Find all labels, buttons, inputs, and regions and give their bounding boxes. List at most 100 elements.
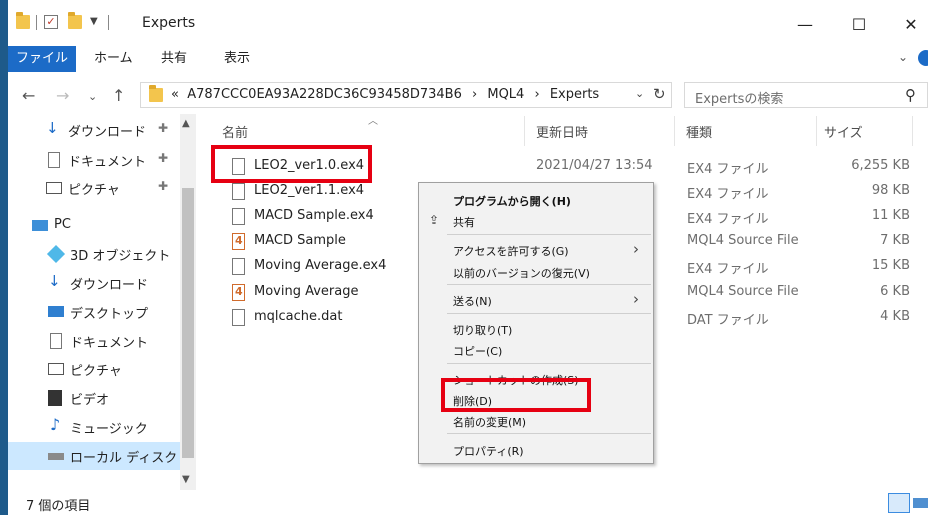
scrollbar-thumb[interactable] (182, 188, 194, 458)
tab-view[interactable]: 表示 (224, 46, 250, 72)
sidebar-item-label: PC (54, 217, 71, 232)
sidebar-item-music[interactable]: ♪ ミュージック (8, 413, 180, 441)
close-button[interactable]: ✕ (888, 10, 928, 40)
pictures-icon (46, 182, 62, 194)
sidebar-item-label: 3D オブジェクト (70, 249, 171, 264)
scroll-down-icon[interactable]: ▼ (182, 474, 190, 485)
breadcrumb[interactable]: « A787CCC0EA93A228DC36C93458D734B6 › MQL… (171, 87, 599, 102)
menu-item-share[interactable]: ⇪ 共有 (419, 210, 653, 232)
column-divider[interactable] (816, 116, 817, 146)
sidebar-item-label: ビデオ (70, 393, 110, 408)
pin-icon[interactable]: ✚ (158, 179, 168, 193)
menu-separator (447, 234, 651, 235)
breadcrumb-item[interactable]: MQL4 (487, 87, 524, 102)
share-icon: ⇪ (429, 213, 440, 227)
sidebar-item-quick-downloads[interactable]: ↓ ダウンロード ✚ (8, 116, 180, 144)
file-name: MACD Sample.ex4 (254, 208, 374, 223)
search-box[interactable]: Expertsの検索 ⚲ (684, 82, 928, 108)
menu-item-label: プログラムから開く(H) (453, 195, 571, 208)
properties-check-icon[interactable]: ✓ (44, 15, 58, 29)
file-size: 6,255 KB (851, 158, 910, 173)
sidebar-item-3d-objects[interactable]: 3D オブジェクト (8, 240, 180, 268)
file-size: 4 KB (880, 309, 910, 324)
divider (36, 15, 37, 30)
breadcrumb-overflow[interactable]: « (171, 87, 179, 102)
column-divider[interactable] (524, 116, 525, 146)
sidebar-item-downloads[interactable]: ↓ ダウンロード (8, 269, 180, 297)
file-size: 11 KB (871, 208, 910, 223)
menu-item-label: 共有 (453, 216, 475, 229)
folder-icon (149, 85, 163, 102)
file-name: LEO2_ver1.1.ex4 (254, 183, 365, 198)
sidebar-item-desktop[interactable]: デスクトップ (8, 298, 180, 326)
recent-locations-icon[interactable]: ⌄ (88, 90, 97, 103)
file-icon (232, 208, 245, 225)
details-view-icon[interactable] (888, 493, 910, 513)
pin-icon[interactable]: ✚ (158, 121, 168, 135)
menu-item-label: 以前のバージョンの復元(V) (453, 267, 590, 280)
download-icon: ↓ (46, 119, 59, 137)
up-arrow-icon[interactable]: ↑ (112, 86, 125, 105)
breadcrumb-item[interactable]: A787CCC0EA93A228DC36C93458D734B6 (187, 87, 462, 102)
sidebar-item-quick-documents[interactable]: ドキュメント ✚ (8, 146, 180, 174)
sidebar-item-label: ドキュメント (68, 155, 147, 170)
new-folder-icon[interactable] (68, 12, 82, 29)
maximize-button[interactable]: ☐ (836, 10, 882, 40)
menu-item-send-to[interactable]: 送る(N) › (419, 289, 653, 311)
search-input[interactable]: Expertsの検索 (695, 88, 783, 107)
pictures-icon (48, 363, 64, 375)
sidebar-item-pictures[interactable]: ピクチャ (8, 355, 180, 383)
sidebar-item-videos[interactable]: ビデオ (8, 384, 180, 412)
forward-arrow-icon[interactable]: → (56, 86, 69, 105)
file-type: EX4 ファイル (687, 212, 769, 227)
breadcrumb-item[interactable]: Experts (550, 87, 599, 102)
large-icons-view-icon[interactable] (913, 498, 928, 508)
help-icon[interactable] (918, 50, 928, 66)
sidebar-item-label: デスクトップ (70, 307, 149, 322)
file-name: Moving Average.ex4 (254, 258, 387, 273)
menu-item-open-with[interactable]: プログラムから開く(H) (419, 189, 653, 211)
menu-item-copy[interactable]: コピー(C) (419, 339, 653, 361)
menu-item-rename[interactable]: 名前の変更(M) (419, 410, 653, 432)
video-icon (48, 390, 62, 406)
3d-objects-icon (46, 244, 66, 264)
scroll-up-icon[interactable]: ▲ (182, 118, 190, 129)
sidebar-item-quick-pictures[interactable]: ピクチャ ✚ (8, 174, 180, 202)
sidebar-item-local-disk[interactable]: ローカル ディスク (C (8, 442, 196, 470)
window-title: Experts (142, 15, 196, 31)
minimize-button[interactable]: — (782, 10, 828, 40)
column-divider[interactable] (912, 116, 913, 146)
column-header-type[interactable]: 種類 (686, 122, 712, 141)
customize-toolbar-icon[interactable]: ▼ (90, 15, 104, 29)
file-type: MQL4 Source File (687, 284, 799, 299)
file-name: mqlcache.dat (254, 309, 343, 324)
menu-separator (447, 433, 651, 434)
back-arrow-icon[interactable]: ← (22, 86, 35, 105)
file-icon (232, 309, 245, 326)
menu-item-give-access[interactable]: アクセスを許可する(G) › (419, 239, 653, 261)
menu-separator (447, 363, 651, 364)
address-bar[interactable]: « A787CCC0EA93A228DC36C93458D734B6 › MQL… (140, 82, 672, 108)
column-header-name[interactable]: 名前 (222, 122, 248, 141)
column-header-size[interactable]: サイズ (824, 122, 863, 141)
expand-ribbon-icon[interactable]: ⌄ (898, 50, 908, 64)
menu-item-properties[interactable]: プロパティ(R) (419, 439, 653, 461)
column-divider[interactable] (674, 116, 675, 146)
sidebar-item-documents[interactable]: ドキュメント (8, 327, 180, 355)
menu-item-cut[interactable]: 切り取り(T) (419, 318, 653, 340)
search-icon[interactable]: ⚲ (905, 86, 916, 104)
sidebar-item-label: ダウンロード (68, 125, 147, 140)
tab-share[interactable]: 共有 (161, 46, 187, 72)
file-date: 2021/04/27 13:54 (536, 158, 653, 173)
sidebar-item-pc[interactable]: PC (8, 212, 180, 240)
refresh-icon[interactable]: ↻ (653, 85, 666, 103)
chevron-down-icon[interactable]: ⌄ (635, 87, 644, 100)
tab-home[interactable]: ホーム (94, 46, 133, 72)
pin-icon[interactable]: ✚ (158, 151, 168, 165)
tab-file[interactable]: ファイル (8, 46, 76, 72)
menu-item-label: コピー(C) (453, 345, 503, 358)
menu-item-restore-previous[interactable]: 以前のバージョンの復元(V) (419, 261, 653, 283)
ribbon (8, 44, 928, 74)
menu-separator (447, 313, 651, 314)
column-header-date[interactable]: 更新日時 (536, 122, 588, 141)
